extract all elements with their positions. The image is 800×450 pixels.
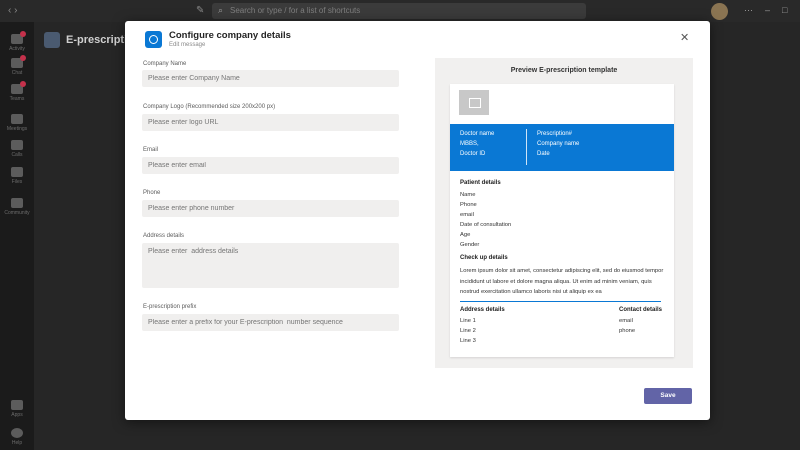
prefix-label: E-prescription prefix bbox=[143, 304, 197, 310]
rail-item-apps[interactable]: Apps bbox=[0, 400, 34, 418]
address-line: Line 3 bbox=[460, 338, 476, 344]
prescription-number: Prescription# bbox=[537, 131, 573, 137]
doctor-id: Doctor ID bbox=[460, 151, 486, 157]
logo-url-input[interactable] bbox=[142, 114, 399, 131]
grid-icon bbox=[11, 400, 23, 410]
file-icon bbox=[11, 167, 23, 177]
rail-item-calls[interactable]: Calls bbox=[0, 140, 34, 158]
checkup-text: Lorem ipsum dolor sit amet, consectetur … bbox=[460, 268, 664, 295]
prefix-input[interactable] bbox=[142, 314, 399, 331]
app-logo-icon bbox=[145, 31, 162, 48]
save-button[interactable]: Save bbox=[644, 388, 692, 404]
email-label: Email bbox=[143, 147, 159, 153]
doctor-name: Doctor name bbox=[460, 131, 495, 137]
notification-badge bbox=[20, 31, 26, 37]
notification-badge bbox=[20, 81, 26, 87]
band-divider bbox=[526, 129, 527, 165]
patient-details-heading: Patient details bbox=[460, 180, 501, 186]
rail-item-chat[interactable]: Chat bbox=[0, 55, 34, 76]
compose-icon[interactable]: ✎ bbox=[196, 5, 204, 16]
back-forward-icon[interactable]: ‹ › bbox=[8, 5, 17, 16]
search-input[interactable]: ⌕ Search or type / for a list of shortcu… bbox=[212, 3, 586, 19]
rail-item-files[interactable]: Files bbox=[0, 167, 34, 185]
rail-item-help[interactable]: Help bbox=[0, 428, 34, 446]
more-options-icon[interactable]: ⋯ bbox=[744, 5, 753, 16]
phone-icon bbox=[11, 140, 23, 150]
phone-label: Phone bbox=[143, 190, 161, 196]
rail-item-community[interactable]: Community bbox=[0, 198, 34, 216]
dialog-title: Configure company details bbox=[169, 30, 291, 41]
patient-field: Phone bbox=[460, 202, 477, 208]
patient-field: email bbox=[460, 212, 474, 218]
logo-placeholder-icon bbox=[459, 90, 489, 115]
doctor-degree: MBBS, bbox=[460, 141, 479, 147]
address-details-heading: Address details bbox=[460, 307, 505, 313]
app-rail: Activity Chat Teams Meetings Calls Files… bbox=[0, 22, 34, 450]
close-icon[interactable]: ✕ bbox=[680, 33, 689, 44]
doctor-band: Doctor name MBBS, Doctor ID Prescription… bbox=[450, 124, 674, 171]
contact-details-heading: Contact details bbox=[619, 307, 663, 313]
patient-field: Date of consultation bbox=[460, 222, 512, 228]
prescription-card: Doctor name MBBS, Doctor ID Prescription… bbox=[450, 84, 674, 357]
calendar-icon bbox=[11, 114, 23, 124]
phone-input[interactable] bbox=[142, 200, 399, 217]
app-icon bbox=[44, 32, 60, 48]
preview-panel: Preview E-prescription template Doctor n… bbox=[435, 58, 693, 368]
company-logo-label: Company Logo (Recommended size 200x200 p… bbox=[143, 104, 276, 110]
address-label: Address details bbox=[143, 233, 185, 239]
title-bar: ‹ › ✎ ⌕ Search or type / for a list of s… bbox=[0, 0, 800, 22]
email-input[interactable] bbox=[142, 157, 399, 174]
configure-dialog: Configure company details Edit message ✕… bbox=[125, 21, 710, 420]
address-line: Line 1 bbox=[460, 318, 476, 324]
address-line: Line 2 bbox=[460, 328, 476, 334]
rail-item-meetings[interactable]: Meetings bbox=[0, 114, 34, 132]
dialog-subtitle: Edit message bbox=[169, 42, 206, 48]
rail-item-activity[interactable]: Activity bbox=[0, 31, 34, 52]
minimize-icon[interactable]: – bbox=[765, 5, 770, 15]
company-name-input[interactable] bbox=[142, 70, 399, 87]
checkup-heading: Check up details bbox=[460, 255, 508, 261]
preview-title: Preview E-prescription template bbox=[510, 67, 618, 74]
address-textarea[interactable] bbox=[142, 243, 399, 288]
search-placeholder: Search or type / for a list of shortcuts bbox=[230, 6, 361, 15]
apps-icon bbox=[11, 198, 23, 208]
help-icon bbox=[11, 428, 23, 438]
company-name: Company name bbox=[537, 141, 580, 147]
rail-item-teams[interactable]: Teams bbox=[0, 81, 34, 102]
search-icon: ⌕ bbox=[218, 5, 224, 15]
notification-badge bbox=[20, 55, 26, 61]
contact-line: email bbox=[619, 318, 633, 324]
company-name-label: Company Name bbox=[143, 61, 187, 67]
maximize-icon[interactable]: □ bbox=[782, 5, 787, 15]
patient-field: Gender bbox=[460, 242, 480, 248]
contact-line: phone bbox=[619, 328, 636, 334]
avatar[interactable] bbox=[711, 3, 728, 20]
prescription-date: Date bbox=[537, 151, 550, 157]
patient-field: Age bbox=[460, 232, 471, 238]
divider bbox=[460, 301, 661, 302]
patient-field: Name bbox=[460, 192, 476, 198]
